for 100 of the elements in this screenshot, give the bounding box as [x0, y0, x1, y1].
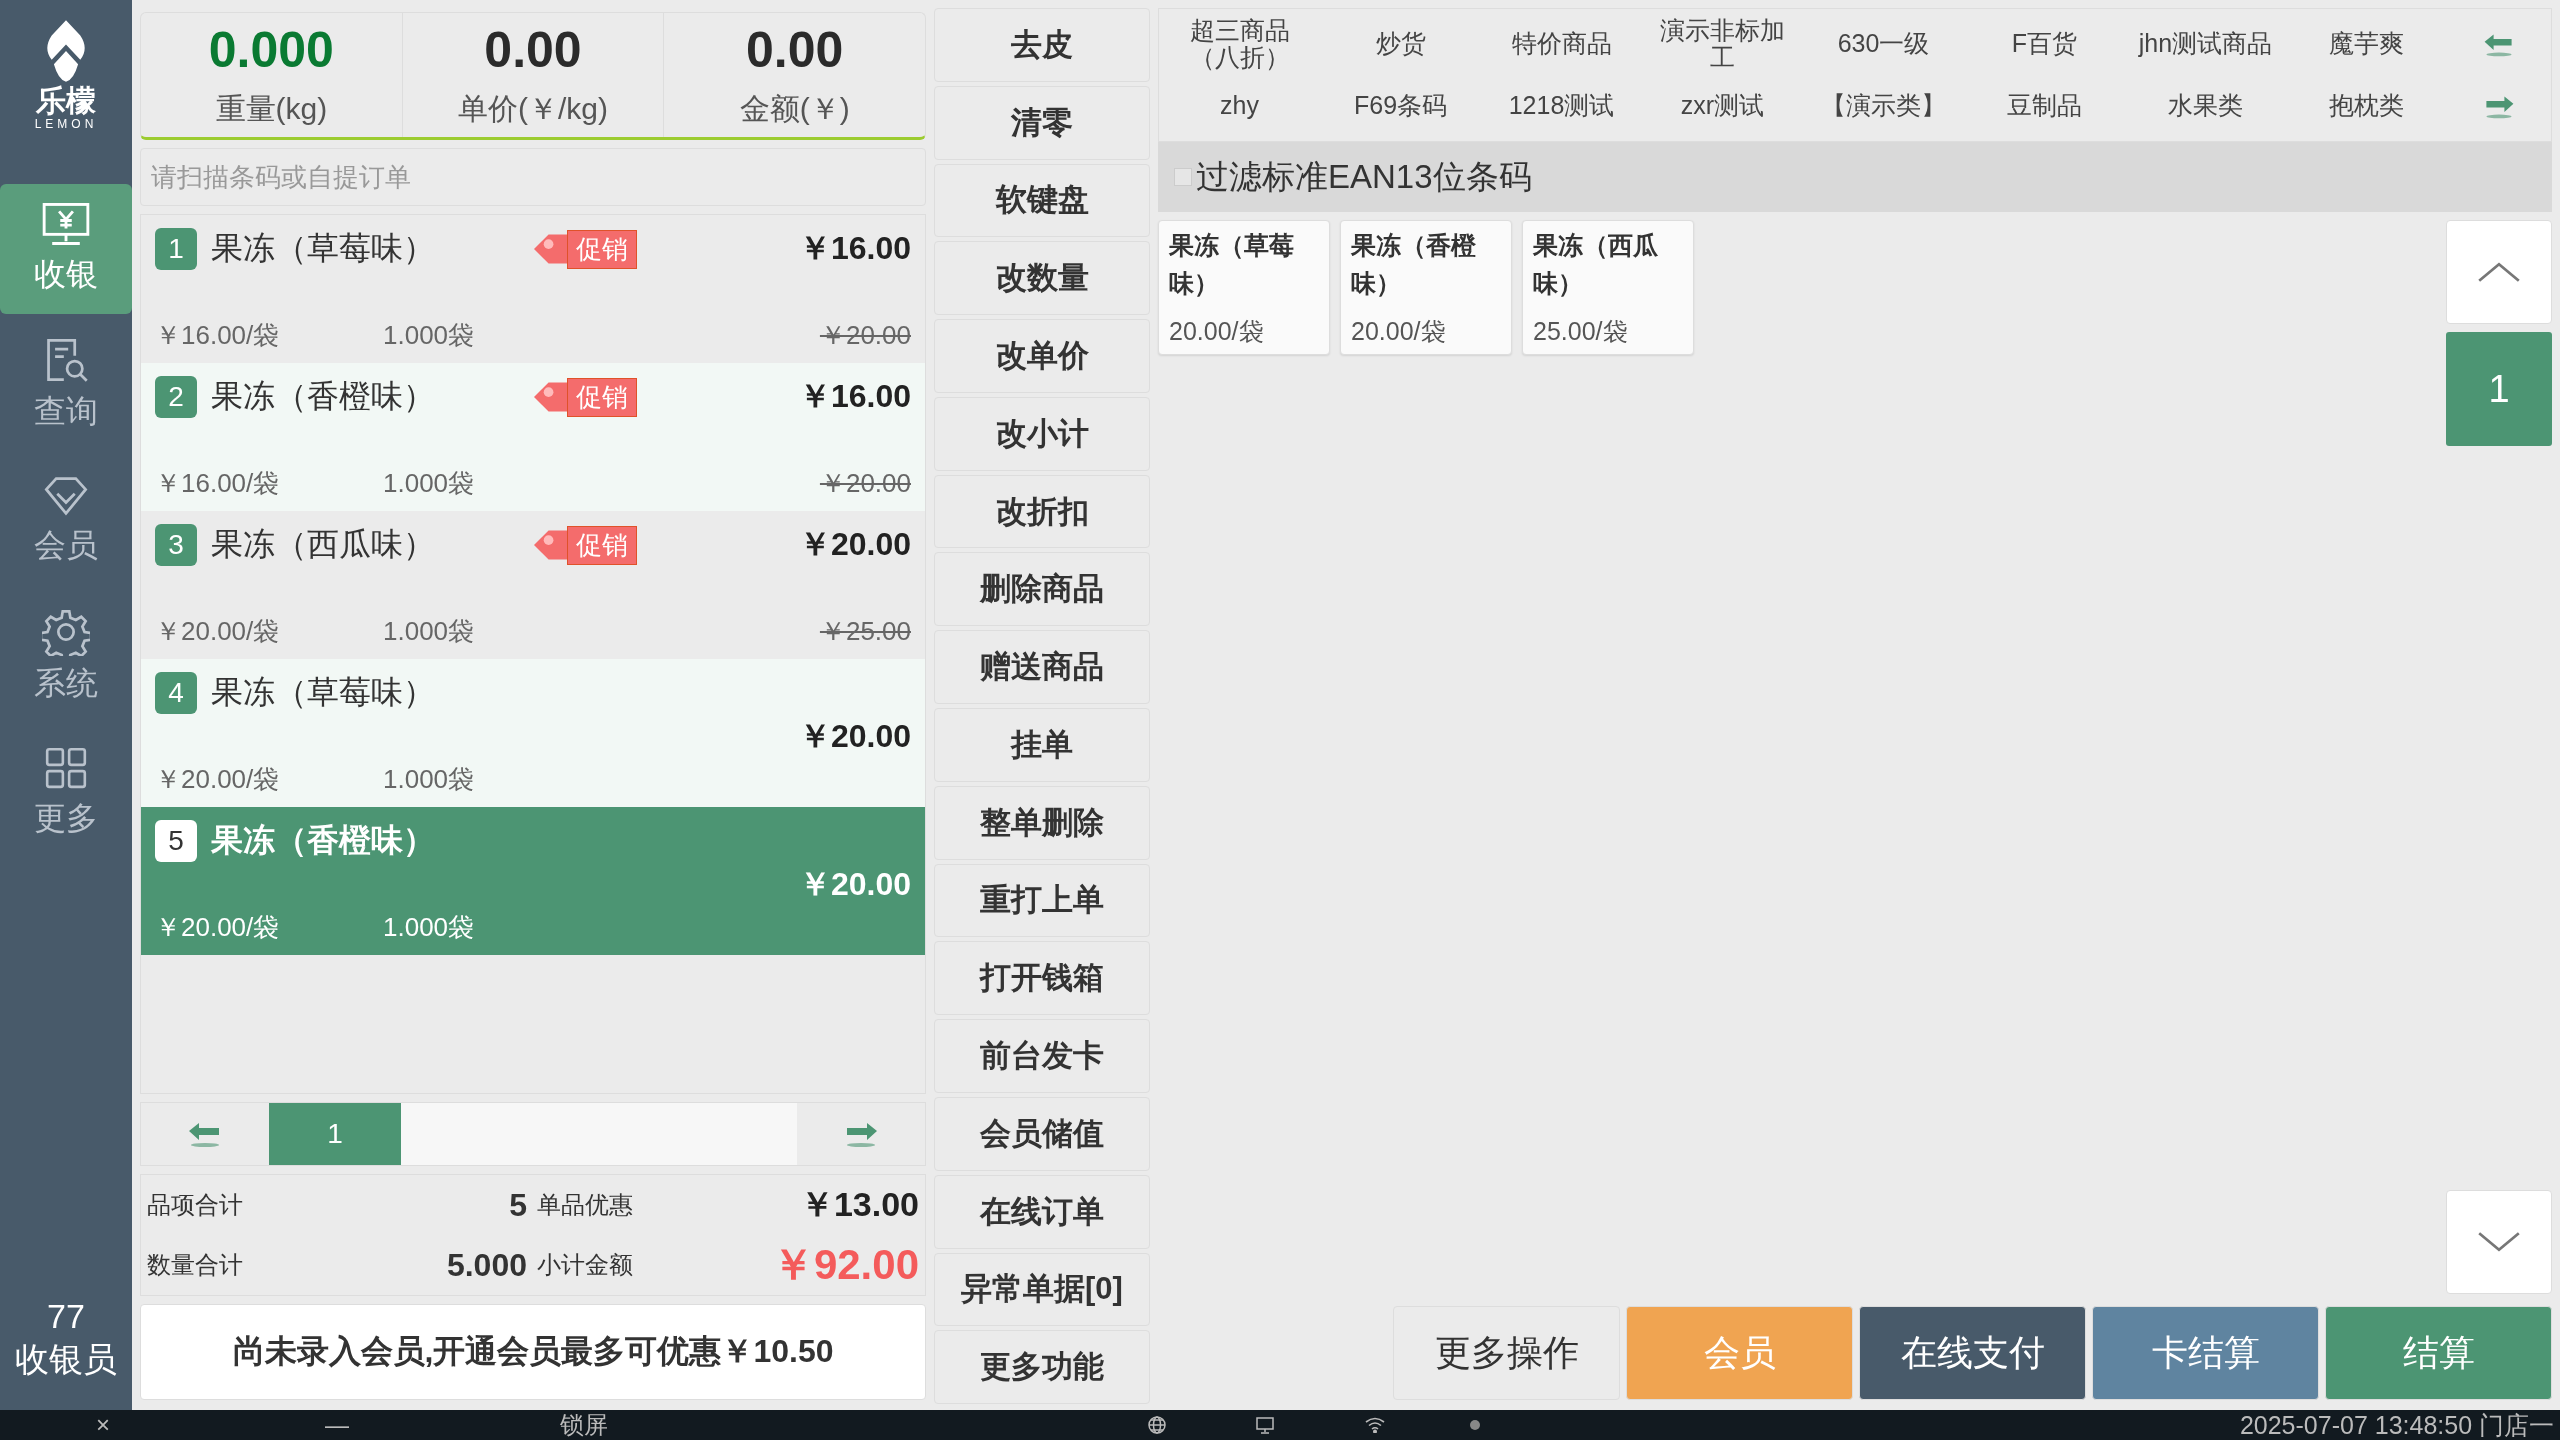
product-page-number[interactable]: 1: [2446, 332, 2552, 446]
page-number[interactable]: 1: [269, 1103, 401, 1165]
item-number: 1: [155, 228, 197, 270]
item-name: 果冻（香橙味）: [211, 377, 435, 416]
function-button[interactable]: 前台发卡: [934, 1019, 1150, 1093]
function-button[interactable]: 打开钱箱: [934, 941, 1150, 1016]
minimize-button[interactable]: —: [325, 1410, 349, 1440]
function-button[interactable]: 重打上单: [934, 863, 1150, 938]
category-tab[interactable]: F百货: [1964, 13, 2125, 75]
category-tab[interactable]: 630一级: [1803, 13, 1964, 75]
item-number: 3: [155, 524, 197, 566]
operator-role: 收银员: [15, 1338, 117, 1380]
product-price: 20.00/袋: [1351, 316, 1447, 347]
function-button[interactable]: 挂单: [934, 708, 1150, 782]
category-tab[interactable]: 【演示类】: [1803, 75, 1964, 137]
function-button[interactable]: 更多功能: [934, 1330, 1150, 1405]
product-name: 果冻（草莓味）: [1169, 230, 1295, 299]
scale-value: 0.000: [208, 20, 334, 79]
category-tab[interactable]: zxr测试: [1642, 75, 1803, 137]
globe-icon[interactable]: [1147, 1415, 1167, 1435]
brand-subtitle: LEMON: [34, 117, 98, 131]
category-tab[interactable]: jhn测试商品: [2125, 13, 2286, 75]
product-name: 果冻（香橙味）: [1351, 230, 1477, 299]
diamond-icon: [42, 474, 90, 518]
barcode-input-field[interactable]: 请扫描条码或自提订单: [140, 148, 926, 206]
item-quantity: 1.000袋: [383, 467, 475, 500]
lock-screen-button[interactable]: 锁屏: [560, 1410, 608, 1440]
function-button[interactable]: 整单删除: [934, 785, 1150, 860]
filter-label: 过滤标准EAN13位条码: [1196, 156, 1532, 197]
chevron-up-icon: [2477, 261, 2521, 283]
product-card[interactable]: 果冻（香橙味） 20.00/袋: [1340, 220, 1512, 355]
member-notice: 尚未录入会员,开通会员最多可优惠￥10.50: [140, 1304, 926, 1400]
category-tab[interactable]: 1218测试: [1481, 75, 1642, 137]
category-tab[interactable]: F69条码: [1320, 75, 1481, 137]
category-tab[interactable]: 水果类: [2125, 75, 2286, 137]
filter-checkbox[interactable]: [1174, 168, 1192, 186]
category-tab[interactable]: 抱枕类: [2286, 75, 2447, 137]
item-price: ￥20.00: [798, 865, 911, 904]
function-button[interactable]: 软键盘: [934, 163, 1150, 238]
total-value: 5: [508, 1186, 528, 1224]
function-button[interactable]: 异常单据[0]: [934, 1252, 1150, 1327]
action-button[interactable]: 更多操作: [1393, 1306, 1620, 1400]
scale-label: 单价(￥/kg): [458, 90, 608, 127]
total-label: 单品优惠: [537, 1190, 633, 1220]
nav-item[interactable]: 更多: [0, 728, 132, 858]
nav-item[interactable]: 会员: [0, 456, 132, 586]
function-button[interactable]: 改数量: [934, 241, 1150, 316]
close-button[interactable]: ×: [96, 1410, 110, 1440]
action-button[interactable]: 在线支付: [1859, 1306, 2086, 1400]
category-tab[interactable]: 豆制品: [1964, 75, 2125, 137]
action-button[interactable]: 卡结算: [2092, 1306, 2319, 1400]
function-button[interactable]: 清零: [934, 85, 1150, 160]
cart-item[interactable]: 4 果冻（草莓味） ￥20.00 ￥20.00/袋 1.000袋: [141, 659, 925, 807]
product-card[interactable]: 果冻（西瓜味） 25.00/袋: [1522, 220, 1694, 355]
grid-icon: [43, 745, 89, 791]
category-tab[interactable]: zhy: [1159, 75, 1320, 137]
function-button[interactable]: 去皮: [934, 8, 1150, 82]
operator-id: 77: [47, 1296, 85, 1337]
brand-name: 乐檬: [36, 84, 96, 117]
item-name: 果冻（香橙味）: [211, 821, 435, 860]
wifi-icon[interactable]: [1365, 1417, 1385, 1433]
item-number: 2: [155, 376, 197, 418]
function-button[interactable]: 改折扣: [934, 474, 1150, 549]
item-quantity: 1.000袋: [383, 319, 475, 352]
category-tab[interactable]: 超三商品（八折）: [1159, 13, 1320, 75]
function-button[interactable]: 在线订单: [934, 1174, 1150, 1249]
item-quantity: 1.000袋: [383, 763, 475, 796]
cart-item[interactable]: 2 果冻（香橙味） 促销 ￥16.00 ￥16.00/袋 1.000袋 ￥20.00: [141, 363, 925, 511]
function-button[interactable]: 赠送商品: [934, 630, 1150, 705]
monitor-icon[interactable]: [1255, 1415, 1275, 1435]
item-quantity: 1.000袋: [383, 911, 475, 944]
product-name: 果冻（西瓜味）: [1533, 230, 1659, 299]
item-price: ￥20.00: [798, 717, 911, 756]
item-price: ￥16.00: [798, 377, 911, 416]
unit-price: ￥16.00/袋: [155, 467, 281, 500]
action-button[interactable]: 结算: [2325, 1306, 2552, 1400]
function-button[interactable]: 改单价: [934, 319, 1150, 393]
cart-item[interactable]: 5 果冻（香橙味） ￥20.00 ￥20.00/袋 1.000袋: [141, 807, 925, 955]
nav-item[interactable]: 系统: [0, 592, 132, 722]
item-price: ￥16.00: [798, 229, 911, 268]
product-price: 25.00/袋: [1533, 316, 1629, 347]
item-name: 果冻（草莓味）: [211, 229, 435, 268]
function-button[interactable]: 会员储值: [934, 1096, 1150, 1171]
category-tab[interactable]: 魔芋爽: [2286, 13, 2447, 75]
scale-label: 金额(￥): [739, 90, 850, 127]
category-tab[interactable]: 特价商品: [1481, 13, 1642, 75]
category-tab[interactable]: 炒货: [1320, 13, 1481, 75]
item-name: 果冻（草莓味）: [211, 673, 435, 712]
status-dot-icon: [1470, 1420, 1480, 1430]
subtotal-amount: ￥92.00: [771, 1240, 919, 1290]
function-button[interactable]: 改小计: [934, 396, 1150, 471]
nav-item[interactable]: 查询: [0, 320, 132, 450]
gear-icon: [42, 608, 90, 656]
item-name: 果冻（西瓜味）: [211, 525, 435, 564]
category-tab[interactable]: 演示非标加工: [1642, 13, 1803, 75]
total-label: 品项合计: [147, 1190, 244, 1220]
product-card[interactable]: 果冻（草莓味） 20.00/袋: [1158, 220, 1330, 355]
date-time-store: 2025-07-07 13:48:50 门店一: [2239, 1410, 2554, 1440]
function-button[interactable]: 删除商品: [934, 552, 1150, 627]
item-number: 5: [155, 820, 197, 862]
